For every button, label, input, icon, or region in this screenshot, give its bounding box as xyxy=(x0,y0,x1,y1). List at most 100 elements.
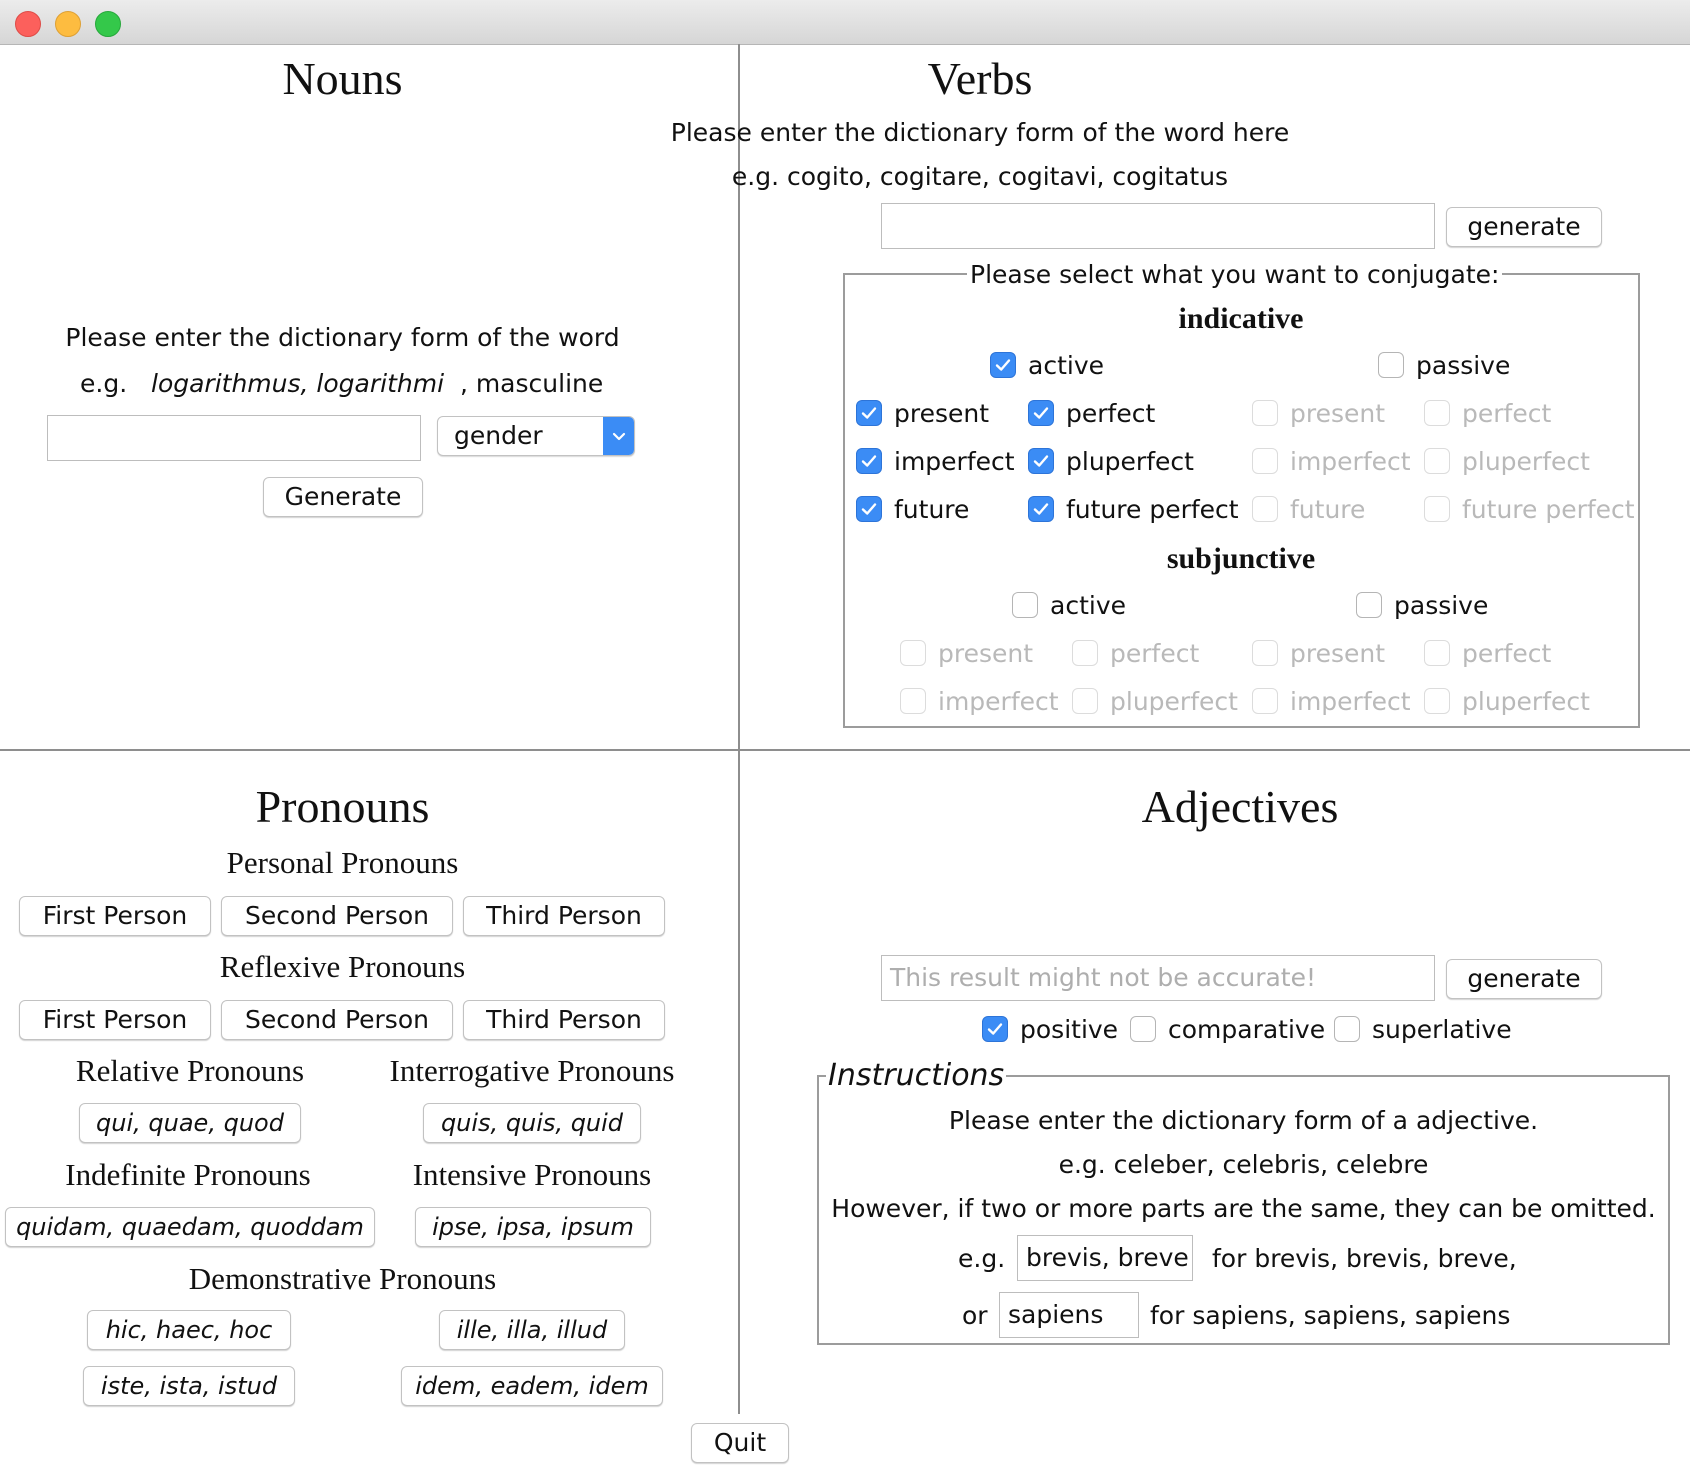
subj-passive-pluperfect-checkbox[interactable]: pluperfect xyxy=(1424,685,1590,717)
ind-active-pluperfect-checkbox[interactable]: pluperfect xyxy=(1028,445,1194,477)
intensive-pronoun-button[interactable]: ipse, ipsa, ipsum xyxy=(415,1207,651,1247)
subj-active-present-checkbox[interactable]: present xyxy=(900,637,1033,669)
quit-button[interactable]: Quit xyxy=(691,1423,789,1463)
subj-active-perfect-label: perfect xyxy=(1110,638,1200,668)
reflexive-third-person-button[interactable]: Third Person xyxy=(463,1000,665,1040)
verbs-word-input[interactable] xyxy=(881,203,1435,249)
demonstrative-pronouns-heading: Demonstrative Pronouns xyxy=(188,1261,497,1296)
ind-passive-pluperfect-checkbox[interactable]: pluperfect xyxy=(1424,445,1590,477)
personal-second-person-button[interactable]: Second Person xyxy=(221,896,453,936)
indicative-active-label: active xyxy=(1028,350,1104,380)
instructions-line2: e.g. celeber, celebris, celebre xyxy=(1058,1150,1429,1179)
check-icon xyxy=(856,496,882,522)
subjunctive-active-checkbox[interactable]: active xyxy=(1012,589,1126,621)
example1-field: brevis, breve xyxy=(1017,1235,1193,1281)
demonstrative-iste-button[interactable]: iste, ista, istud xyxy=(83,1366,295,1406)
subj-passive-perfect-checkbox[interactable]: perfect xyxy=(1424,637,1551,669)
comparative-label: comparative xyxy=(1168,1014,1326,1044)
interrogative-pronoun-button[interactable]: quis, quis, quid xyxy=(423,1103,641,1143)
personal-third-person-button[interactable]: Third Person xyxy=(463,896,665,936)
close-window-button[interactable] xyxy=(15,11,41,37)
ind-passive-perfect-label: perfect xyxy=(1462,398,1552,428)
nouns-generate-button[interactable]: Generate xyxy=(263,477,423,517)
reflexive-second-person-button[interactable]: Second Person xyxy=(221,1000,453,1040)
subjunctive-passive-checkbox[interactable]: passive xyxy=(1356,589,1488,621)
ind-active-future-checkbox[interactable]: future xyxy=(856,493,969,525)
subj-passive-pluperfect-label: pluperfect xyxy=(1462,686,1590,716)
ind-passive-imperfect-checkbox[interactable]: imperfect xyxy=(1252,445,1411,477)
example1-suffix: for brevis, brevis, breve, xyxy=(1212,1244,1517,1273)
verbs-instruction: Please enter the dictionary form of the … xyxy=(670,118,1290,147)
positive-checkbox[interactable]: positive xyxy=(982,1013,1118,1045)
adjectives-generate-button[interactable]: generate xyxy=(1446,959,1602,999)
ind-passive-perfect-checkbox[interactable]: perfect xyxy=(1424,397,1551,429)
relative-pronoun-button[interactable]: qui, quae, quod xyxy=(79,1103,301,1143)
nouns-example-suffix: , masculine xyxy=(459,369,604,398)
ind-active-present-label: present xyxy=(894,398,990,428)
check-icon xyxy=(1028,400,1054,426)
ind-passive-future-checkbox[interactable]: future xyxy=(1252,493,1365,525)
ind-passive-present-checkbox[interactable]: present xyxy=(1252,397,1385,429)
adjectives-word-input[interactable]: This result might not be accurate! xyxy=(881,955,1435,1001)
ind-active-future-perfect-checkbox[interactable]: future perfect xyxy=(1028,493,1239,525)
gender-select[interactable]: gender xyxy=(437,416,635,456)
subj-active-present-label: present xyxy=(938,638,1034,668)
subj-active-imperfect-checkbox[interactable]: imperfect xyxy=(900,685,1059,717)
subj-passive-present-checkbox[interactable]: present xyxy=(1252,637,1385,669)
ind-active-imperfect-checkbox[interactable]: imperfect xyxy=(856,445,1015,477)
personal-first-person-button[interactable]: First Person xyxy=(19,896,211,936)
ind-active-pluperfect-label: pluperfect xyxy=(1066,446,1194,476)
indefinite-pronoun-button[interactable]: quidam, quaedam, quoddam xyxy=(5,1207,375,1247)
nouns-example: e.g. logarithmus, logarithmi , masculine xyxy=(80,369,603,398)
ind-active-present-checkbox[interactable]: present xyxy=(856,397,989,429)
indicative-heading: indicative xyxy=(1178,302,1304,335)
nouns-instruction: Please enter the dictionary form of the … xyxy=(65,323,620,352)
nouns-word-input[interactable] xyxy=(47,415,421,461)
horizontal-divider xyxy=(0,749,1690,751)
vertical-divider xyxy=(738,44,740,1414)
subj-active-pluperfect-label: pluperfect xyxy=(1110,686,1238,716)
indicative-passive-checkbox[interactable]: passive xyxy=(1378,349,1510,381)
check-icon xyxy=(856,400,882,426)
verbs-title: Verbs xyxy=(927,53,1033,104)
instructions-line1: Please enter the dictionary form of a ad… xyxy=(948,1106,1539,1135)
title-bar xyxy=(0,0,1690,45)
subj-passive-present-label: present xyxy=(1290,638,1386,668)
ind-active-imperfect-label: imperfect xyxy=(894,446,1015,476)
demonstrative-idem-button[interactable]: idem, eadem, idem xyxy=(401,1366,663,1406)
pronouns-title: Pronouns xyxy=(255,781,430,832)
subjunctive-heading: subjunctive xyxy=(1166,542,1316,575)
minimize-window-button[interactable] xyxy=(55,11,81,37)
reflexive-first-person-button[interactable]: First Person xyxy=(19,1000,211,1040)
example2-suffix: for sapiens, sapiens, sapiens xyxy=(1150,1301,1511,1330)
example1-prefix: e.g. xyxy=(958,1244,1006,1273)
ind-active-perfect-label: perfect xyxy=(1066,398,1156,428)
demonstrative-hic-button[interactable]: hic, haec, hoc xyxy=(87,1310,291,1350)
check-icon xyxy=(990,352,1016,378)
ind-active-perfect-checkbox[interactable]: perfect xyxy=(1028,397,1155,429)
conjugate-group-label: Please select what you want to conjugate… xyxy=(967,260,1503,289)
chevron-down-icon xyxy=(603,417,634,455)
gender-select-value: gender xyxy=(454,421,543,450)
comparative-checkbox[interactable]: comparative xyxy=(1130,1013,1325,1045)
subj-active-perfect-checkbox[interactable]: perfect xyxy=(1072,637,1199,669)
instructions-label: Instructions xyxy=(826,1058,1007,1093)
ind-passive-imperfect-label: imperfect xyxy=(1290,446,1411,476)
check-icon xyxy=(856,448,882,474)
zoom-window-button[interactable] xyxy=(95,11,121,37)
nouns-example-prefix: e.g. xyxy=(80,369,128,398)
verbs-generate-button[interactable]: generate xyxy=(1446,207,1602,247)
demonstrative-ille-button[interactable]: ille, illa, illud xyxy=(439,1310,625,1350)
positive-label: positive xyxy=(1020,1014,1119,1044)
instructions-line3: However, if two or more parts are the sa… xyxy=(831,1194,1656,1223)
ind-passive-future-perfect-checkbox[interactable]: future perfect xyxy=(1424,493,1635,525)
indicative-active-checkbox[interactable]: active xyxy=(990,349,1104,381)
relative-pronouns-heading: Relative Pronouns xyxy=(75,1053,305,1088)
check-icon xyxy=(982,1016,1008,1042)
superlative-checkbox[interactable]: superlative xyxy=(1334,1013,1512,1045)
subj-passive-perfect-label: perfect xyxy=(1462,638,1552,668)
example2-field: sapiens xyxy=(999,1292,1139,1338)
subj-passive-imperfect-checkbox[interactable]: imperfect xyxy=(1252,685,1411,717)
subj-active-pluperfect-checkbox[interactable]: pluperfect xyxy=(1072,685,1238,717)
personal-pronouns-heading: Personal Pronouns xyxy=(226,845,459,880)
